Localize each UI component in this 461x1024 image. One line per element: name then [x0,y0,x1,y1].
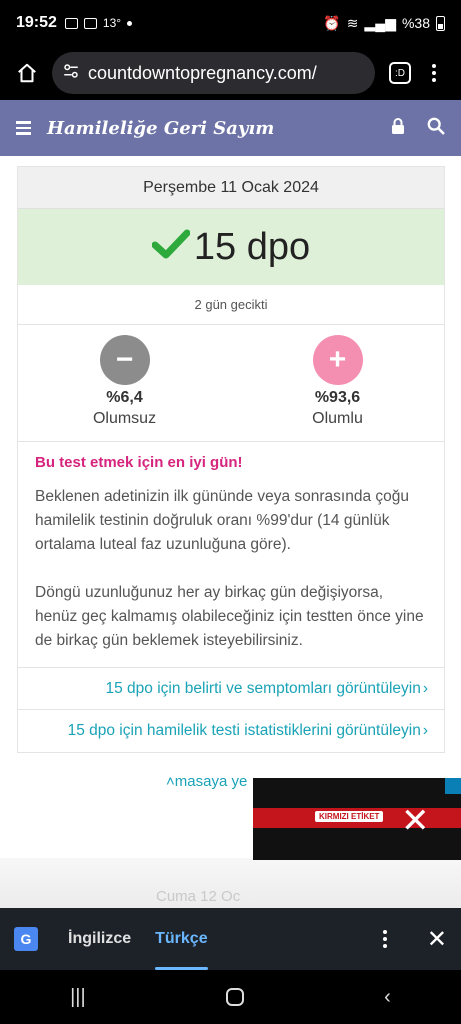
stats-link[interactable]: 15 dpo için hamilelik testi istatistikle… [18,710,444,752]
plus-icon: + [312,335,363,385]
url-bar[interactable]: countdowntopregnancy.com/ [52,52,375,94]
gallery-icon [64,17,78,29]
next-day-heading: Cuma 12 Oc [156,888,241,905]
url-text: countdowntopregnancy.com/ [88,62,317,83]
dpo-value: 15 dpo [193,225,311,268]
search-icon[interactable] [427,117,445,140]
ad-banner[interactable]: KIRMIZI ETİKET ✕ [253,778,461,860]
calendar-icon [83,17,97,29]
date-heading: Perşembe 11 Ocak 2024 [18,167,444,209]
stats-link-text[interactable]: 15 dpo için hamilelik testi istatistikle… [68,722,421,740]
close-icon[interactable]: ✕ [427,925,447,954]
signal-icon: ▂▄▆ [364,14,396,31]
battery-icon [436,15,445,31]
test-results: − %6,4 Olumsuz + %93,6 Olumlu [18,325,444,442]
tab-switcher-button[interactable]: :D [383,56,417,90]
symptoms-link-text[interactable]: 15 dpo için belirti ve semptomları görün… [106,680,421,698]
negative-result: − %6,4 Olumsuz [18,325,231,441]
dpo-card: Perşembe 11 Ocak 2024 15 dpo 2 gün gecik… [17,166,445,753]
battery-percent: %38 [401,15,430,31]
site-title[interactable]: Hamileliğe Geri Sayım [47,118,274,139]
positive-percent: %93,6 [314,389,361,406]
negative-label: Olumsuz [92,410,157,427]
info-paragraph-1: Beklenen adetinizin ilk gününde veya son… [35,488,409,553]
ad-close-icon[interactable]: ✕ [401,804,430,838]
negative-percent: %6,4 [106,389,143,406]
back-icon[interactable]: ‹ [384,986,391,1009]
checkmark-icon [151,226,191,269]
weather-temp: 13° [102,16,122,30]
positive-label: Olumlu [312,410,363,427]
site-header: Hamileliğe Geri Sayım [0,100,461,156]
lock-icon[interactable] [391,117,405,139]
back-to-top-link[interactable]: ˄masaya ye [166,773,247,790]
tab-count: :D [389,62,411,84]
lang-source-tab[interactable]: İngilizce [68,930,131,948]
home-button-icon[interactable] [225,988,244,1006]
late-status: 2 gün gecikti [18,285,444,325]
browser-menu-icon[interactable] [417,56,451,90]
status-time: 19:52 [16,14,57,31]
ad-info-icon[interactable] [445,778,461,794]
menu-icon[interactable] [16,121,31,135]
notification-dot-icon [127,20,133,26]
translate-menu-icon[interactable] [382,930,387,948]
ad-brand-label: KIRMIZI ETİKET [315,811,384,822]
symptoms-link[interactable]: 15 dpo için belirti ve semptomları görün… [18,668,444,710]
dpo-banner: 15 dpo [18,209,444,285]
home-icon[interactable] [10,56,44,90]
info-title: Bu test etmek için en iyi gün! [35,454,243,471]
chevron-up-icon: ˄ [166,773,175,790]
info-section: Bu test etmek için en iyi gün! Beklenen … [18,442,444,668]
minus-icon: − [99,335,150,385]
chevron-right-icon: › [422,679,428,697]
alarm-icon: ⏰ [323,14,341,31]
recent-apps-icon[interactable]: ||| [70,986,86,1009]
wifi-icon: ≋ [346,14,359,31]
browser-toolbar: countdowntopregnancy.com/ :D [0,46,461,100]
site-settings-icon[interactable] [62,62,80,85]
status-bar: 19:52 13° ⏰ ≋ ▂▄▆ %38 [0,0,461,46]
info-paragraph-2: Döngü uzunluğunuz her ay birkaç gün deği… [35,584,424,649]
google-translate-icon: G [14,927,38,951]
positive-result: + %93,6 Olumlu [231,325,444,441]
translate-bar: G İngilizce Türkçe ✕ [0,908,461,970]
lang-target-tab[interactable]: Türkçe [155,908,209,970]
chevron-right-icon: › [422,722,428,739]
system-nav-bar: ||| ‹ [0,970,461,1024]
